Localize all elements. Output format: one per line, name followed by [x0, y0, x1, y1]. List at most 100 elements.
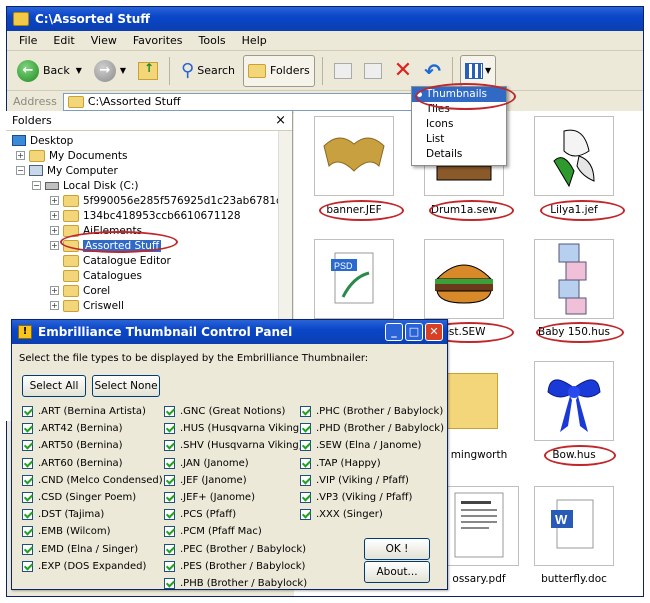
- menu-help[interactable]: Help: [234, 34, 275, 47]
- checkbox-checked-icon[interactable]: [22, 474, 33, 486]
- checkbox-checked-icon[interactable]: [164, 560, 175, 572]
- checkbox-checked-icon[interactable]: [164, 543, 175, 555]
- tree-node-desktop[interactable]: Desktop: [12, 133, 73, 148]
- checkbox-checked-icon[interactable]: [300, 474, 311, 486]
- menu-view[interactable]: View: [83, 34, 125, 47]
- file-thumb-bow[interactable]: [534, 361, 614, 441]
- checkbox-checked-icon[interactable]: [300, 440, 311, 452]
- checkbox-checked-icon[interactable]: [164, 423, 175, 435]
- checkbox-checked-icon[interactable]: [164, 492, 175, 503]
- tree-node-my-computer[interactable]: − My Computer: [16, 163, 118, 178]
- checkbox-checked-icon[interactable]: [300, 423, 311, 435]
- filetype-checkbox[interactable]: .JEF+ (Janome): [164, 492, 255, 503]
- filetype-checkbox[interactable]: .DST (Tajima): [22, 509, 104, 521]
- view-option-icons[interactable]: Icons: [412, 117, 506, 132]
- checkbox-checked-icon[interactable]: [164, 474, 175, 486]
- filetype-checkbox[interactable]: .ART (Bernina Artista): [22, 406, 146, 417]
- checkbox-checked-icon[interactable]: [300, 457, 311, 469]
- checkbox-checked-icon[interactable]: [300, 509, 311, 521]
- folders-button[interactable]: Folders: [243, 54, 315, 87]
- checkbox-checked-icon[interactable]: [300, 492, 311, 503]
- filetype-checkbox[interactable]: .PHD (Brother / Babylock): [300, 423, 444, 435]
- filetype-checkbox[interactable]: .PCS (Pfaff): [164, 509, 236, 521]
- menu-tools[interactable]: Tools: [191, 34, 234, 47]
- menu-favorites[interactable]: Favorites: [125, 34, 191, 47]
- file-name[interactable]: butterfly.doc: [519, 573, 629, 585]
- filetype-checkbox[interactable]: .GNC (Great Notions): [164, 406, 285, 417]
- close-icon[interactable]: ×: [275, 113, 286, 128]
- tree-node-folder[interactable]: Catalogues: [63, 268, 142, 283]
- filetype-checkbox[interactable]: .PES (Brother / Babylock): [164, 560, 305, 572]
- checkbox-checked-icon[interactable]: [22, 457, 33, 469]
- filetype-checkbox[interactable]: .SHV (Husqvarna Viking): [164, 440, 303, 452]
- search-button[interactable]: ⚲ Search: [177, 55, 239, 87]
- tree-node-my-documents[interactable]: + My Documents: [16, 148, 127, 163]
- filetype-checkbox[interactable]: .ART60 (Bernina): [22, 457, 123, 469]
- tree-node-folder[interactable]: +134bc418953ccb6610671128: [50, 208, 241, 223]
- menu-edit[interactable]: Edit: [45, 34, 82, 47]
- checkbox-checked-icon[interactable]: [164, 440, 175, 452]
- forward-button[interactable]: → ▼: [90, 55, 130, 87]
- ok-button[interactable]: OK !: [364, 538, 430, 560]
- file-thumb-hamburger[interactable]: [424, 239, 504, 319]
- tree-node-folder[interactable]: Catalogue Editor: [63, 253, 171, 268]
- filetype-checkbox[interactable]: .EMB (Wilcom): [22, 526, 111, 538]
- view-option-details[interactable]: Details: [412, 147, 506, 162]
- checkbox-checked-icon[interactable]: [164, 406, 175, 417]
- filetype-checkbox[interactable]: .SEW (Elna / Janome): [300, 440, 421, 452]
- back-button[interactable]: ← Back ▼: [13, 55, 86, 87]
- filetype-checkbox[interactable]: .CND (Melco Condensed): [22, 474, 163, 486]
- file-thumb-doc[interactable]: W: [534, 486, 614, 566]
- checkbox-checked-icon[interactable]: [22, 560, 33, 572]
- filetype-checkbox[interactable]: .EXP (DOS Expanded): [22, 560, 146, 572]
- checkbox-checked-icon[interactable]: [22, 509, 33, 521]
- checkbox-checked-icon[interactable]: [164, 509, 175, 521]
- tree-node-folder[interactable]: +5f990056e285f576925d1c23ab6781d5: [50, 193, 289, 208]
- checkbox-checked-icon[interactable]: [22, 406, 33, 417]
- maximize-button[interactable]: □: [405, 323, 423, 341]
- move-to-button[interactable]: [330, 55, 356, 87]
- filetype-checkbox[interactable]: .PEC (Brother / Babylock): [164, 543, 306, 555]
- checkbox-checked-icon[interactable]: [300, 406, 311, 417]
- checkbox-checked-icon[interactable]: [164, 526, 175, 538]
- file-thumb-psd[interactable]: PSD: [314, 239, 394, 319]
- views-button[interactable]: ▼: [459, 54, 497, 87]
- view-option-list[interactable]: List: [412, 132, 506, 147]
- undo-button[interactable]: ↶: [420, 55, 445, 87]
- copy-to-button[interactable]: [360, 55, 386, 87]
- window-titlebar[interactable]: C:\Assorted Stuff: [7, 7, 643, 31]
- file-thumb-pdf[interactable]: [439, 486, 519, 566]
- tree-node-folder[interactable]: + Criswell: [50, 298, 124, 313]
- tree-scrollbar[interactable]: [278, 131, 292, 331]
- filetype-checkbox[interactable]: .ART42 (Bernina): [22, 423, 123, 435]
- checkbox-checked-icon[interactable]: [22, 543, 33, 555]
- filetype-checkbox[interactable]: .PHB (Brother / Babylock): [164, 578, 307, 589]
- filetype-checkbox[interactable]: .PCM (Pfaff Mac): [164, 526, 262, 538]
- filetype-checkbox[interactable]: .TAP (Happy): [300, 457, 381, 469]
- checkbox-checked-icon[interactable]: [22, 423, 33, 435]
- filetype-checkbox[interactable]: .VP3 (Viking / Pfaff): [300, 492, 412, 503]
- tree-node-local-disk[interactable]: − Local Disk (C:): [32, 178, 139, 193]
- file-thumb-banner[interactable]: [314, 116, 394, 196]
- delete-button[interactable]: ✕: [390, 55, 416, 87]
- select-all-button[interactable]: Select All: [22, 375, 86, 397]
- filetype-checkbox[interactable]: .JEF (Janome): [164, 474, 247, 486]
- file-thumb-lily[interactable]: [534, 116, 614, 196]
- checkbox-checked-icon[interactable]: [22, 526, 33, 538]
- tree-node-folder[interactable]: + Corel: [50, 283, 110, 298]
- select-none-button[interactable]: Select None: [92, 375, 160, 397]
- filetype-checkbox[interactable]: .CSD (Singer Poem): [22, 492, 136, 503]
- about-button[interactable]: About...: [364, 561, 430, 583]
- filetype-checkbox[interactable]: .VIP (Viking / Pfaff): [300, 474, 409, 486]
- file-thumb-baby[interactable]: [534, 239, 614, 319]
- checkbox-checked-icon[interactable]: [22, 440, 33, 452]
- filetype-checkbox[interactable]: .HUS (Husqvarna Viking): [164, 423, 303, 435]
- filetype-checkbox[interactable]: .EMD (Elna / Singer): [22, 543, 138, 555]
- checkbox-checked-icon[interactable]: [22, 492, 33, 503]
- checkbox-checked-icon[interactable]: [164, 578, 175, 589]
- filetype-checkbox[interactable]: .ART50 (Bernina): [22, 440, 123, 452]
- menu-file[interactable]: File: [11, 34, 45, 47]
- close-button[interactable]: ✕: [425, 323, 443, 341]
- filetype-checkbox[interactable]: .PHC (Brother / Babylock): [300, 406, 443, 417]
- minimize-button[interactable]: _: [385, 323, 403, 341]
